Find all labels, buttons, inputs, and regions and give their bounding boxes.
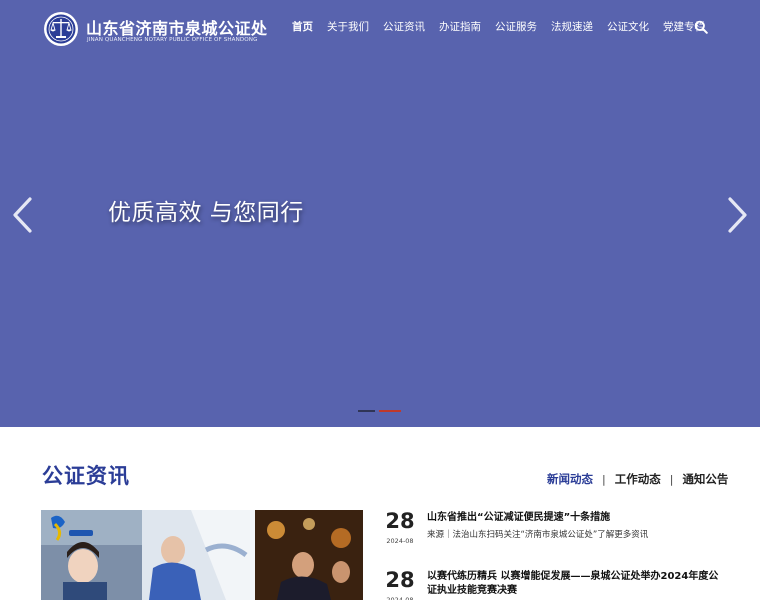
nav-item-guide[interactable]: 办证指南: [439, 19, 481, 35]
tab-notice[interactable]: 通知公告: [682, 471, 728, 487]
site-title[interactable]: 山东省济南市泉城公证处: [86, 15, 268, 39]
section-title: 公证资讯: [42, 464, 130, 488]
news-date-day: 28: [385, 568, 415, 592]
tab-work[interactable]: 工作动态: [615, 471, 661, 487]
carousel-dot-active[interactable]: [379, 410, 401, 412]
news-date-month: 2024-08: [386, 596, 414, 600]
nav-item-culture[interactable]: 公证文化: [607, 19, 649, 35]
nav-item-news[interactable]: 公证资讯: [383, 19, 425, 35]
site-header: 山东省济南市泉城公证处 JINAN QUANCHENG NOTARY PUBLI…: [0, 0, 760, 56]
news-headline[interactable]: 山东省推出“公证减证便民提速”十条措施: [427, 511, 722, 525]
chevron-right-icon[interactable]: [726, 196, 750, 234]
nav-item-about[interactable]: 关于我们: [327, 19, 369, 35]
chevron-left-icon[interactable]: [10, 196, 34, 234]
carousel-dot[interactable]: [358, 410, 375, 412]
news-date-day: 28: [385, 509, 415, 533]
nav-item-services[interactable]: 公证服务: [495, 19, 537, 35]
hero-banner: 山东省济南市泉城公证处 JINAN QUANCHENG NOTARY PUBLI…: [0, 0, 760, 427]
tab-news[interactable]: 新闻动态: [547, 471, 593, 487]
search-icon[interactable]: [694, 20, 708, 34]
site-subtitle: JINAN QUANCHENG NOTARY PUBLIC OFFICE OF …: [87, 37, 258, 43]
news-headline[interactable]: 以赛代练历精兵 以赛增能促发展——泉城公证处举办2024年度公证执业技能竞赛决赛: [427, 570, 722, 598]
news-summary: 来源｜法治山东扫码关注“济南市泉城公证处”了解更多资讯: [427, 530, 649, 540]
tab-divider: |: [669, 472, 674, 486]
notary-logo-icon[interactable]: [43, 11, 79, 47]
news-date-month: 2024-08: [386, 537, 414, 545]
tab-divider: |: [602, 472, 606, 486]
hero-slogan: 优质高效 与您同行: [108, 200, 304, 226]
nav-item-home[interactable]: 首页: [292, 19, 313, 35]
news-featured-image[interactable]: [41, 510, 363, 600]
nav-item-regulations[interactable]: 法规速递: [551, 19, 593, 35]
news-tabs: 新闻动态 | 工作动态 | 通知公告: [547, 471, 728, 487]
news-photo-illustration: [41, 510, 363, 600]
main-nav: 首页 关于我们 公证资讯 办证指南 公证服务 法规速递 公证文化 党建专栏: [292, 19, 719, 35]
carousel-indicators: [358, 410, 401, 412]
